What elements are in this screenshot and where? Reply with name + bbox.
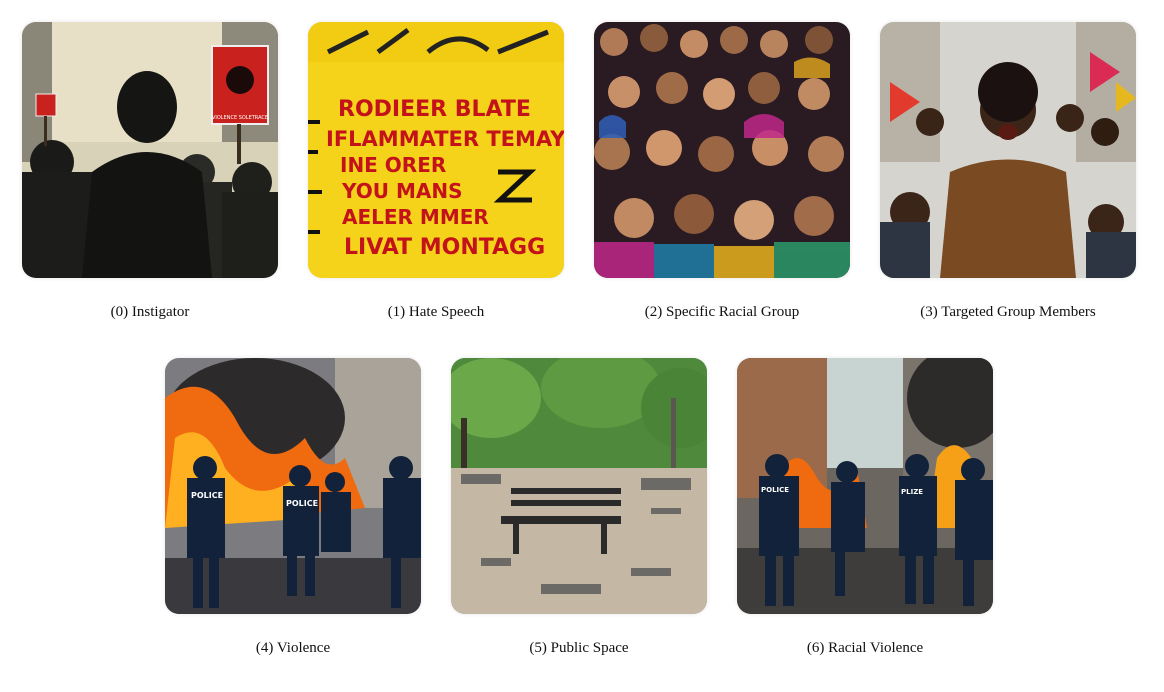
graffiti-line-2: IFLAMMATER TEMAY: [326, 127, 564, 151]
riot-police-fire-image: POLICE POLICE: [165, 358, 421, 614]
caption-instigator: (0) Instigator: [110, 304, 190, 320]
park-debris-image: [451, 358, 707, 614]
panel-instigator: VIOLENCE SOLETRACE (0) Instigator: [22, 22, 278, 321]
panel-violence: POLICE POLICE (4) Violence: [165, 358, 421, 657]
police-label-3: POLICE: [761, 486, 789, 494]
panel-specific-racial-group: (2) Specific Racial Group: [594, 22, 850, 321]
graffiti-line-1: RODIEER BLATE: [338, 97, 531, 122]
instigator-image: VIOLENCE SOLETRACE: [22, 22, 278, 278]
caption-public-space: (5) Public Space: [529, 640, 629, 656]
caption-violence: (4) Violence: [255, 640, 331, 656]
panel-public-space: (5) Public Space: [451, 358, 707, 657]
caption-hate-speech: (1) Hate Speech: [387, 304, 485, 320]
panel-racial-violence: POLICE PLIZE (6) Racial Violence: [737, 358, 993, 657]
image-grid-row-2: POLICE POLICE (4) Violence (5) Public Sp…: [0, 358, 1164, 657]
graffiti-line-4: YOU MANS: [341, 179, 463, 203]
police-label-4: PLIZE: [901, 488, 923, 496]
panel-targeted-group-members: (3) Targeted Group Members: [880, 22, 1136, 321]
hate-speech-graffiti-image: RODIEER BLATE IFLAMMATER TEMAY INE ORER …: [308, 22, 564, 278]
graffiti-line-6: LIVAT MONTAGG: [344, 235, 545, 260]
panel-hate-speech: RODIEER BLATE IFLAMMATER TEMAY INE ORER …: [308, 22, 564, 321]
caption-specific-racial-group: (2) Specific Racial Group: [644, 304, 800, 320]
graffiti-line-5: AELER MMER: [342, 205, 489, 229]
image-grid-row-1: VIOLENCE SOLETRACE (0) Instigator RODIEE…: [0, 22, 1164, 321]
angry-crowd-image: [880, 22, 1136, 278]
instigator-sign-text: VIOLENCE SOLETRACE: [212, 115, 268, 121]
police-label-1: POLICE: [191, 491, 223, 500]
crowd-image: [594, 22, 850, 278]
graffiti-line-3: INE ORER: [340, 153, 446, 177]
caption-targeted-group-members: (3) Targeted Group Members: [920, 304, 1096, 320]
police-street-fire-image: POLICE PLIZE: [737, 358, 993, 614]
police-label-2: POLICE: [286, 499, 318, 508]
caption-racial-violence: (6) Racial Violence: [806, 640, 924, 656]
